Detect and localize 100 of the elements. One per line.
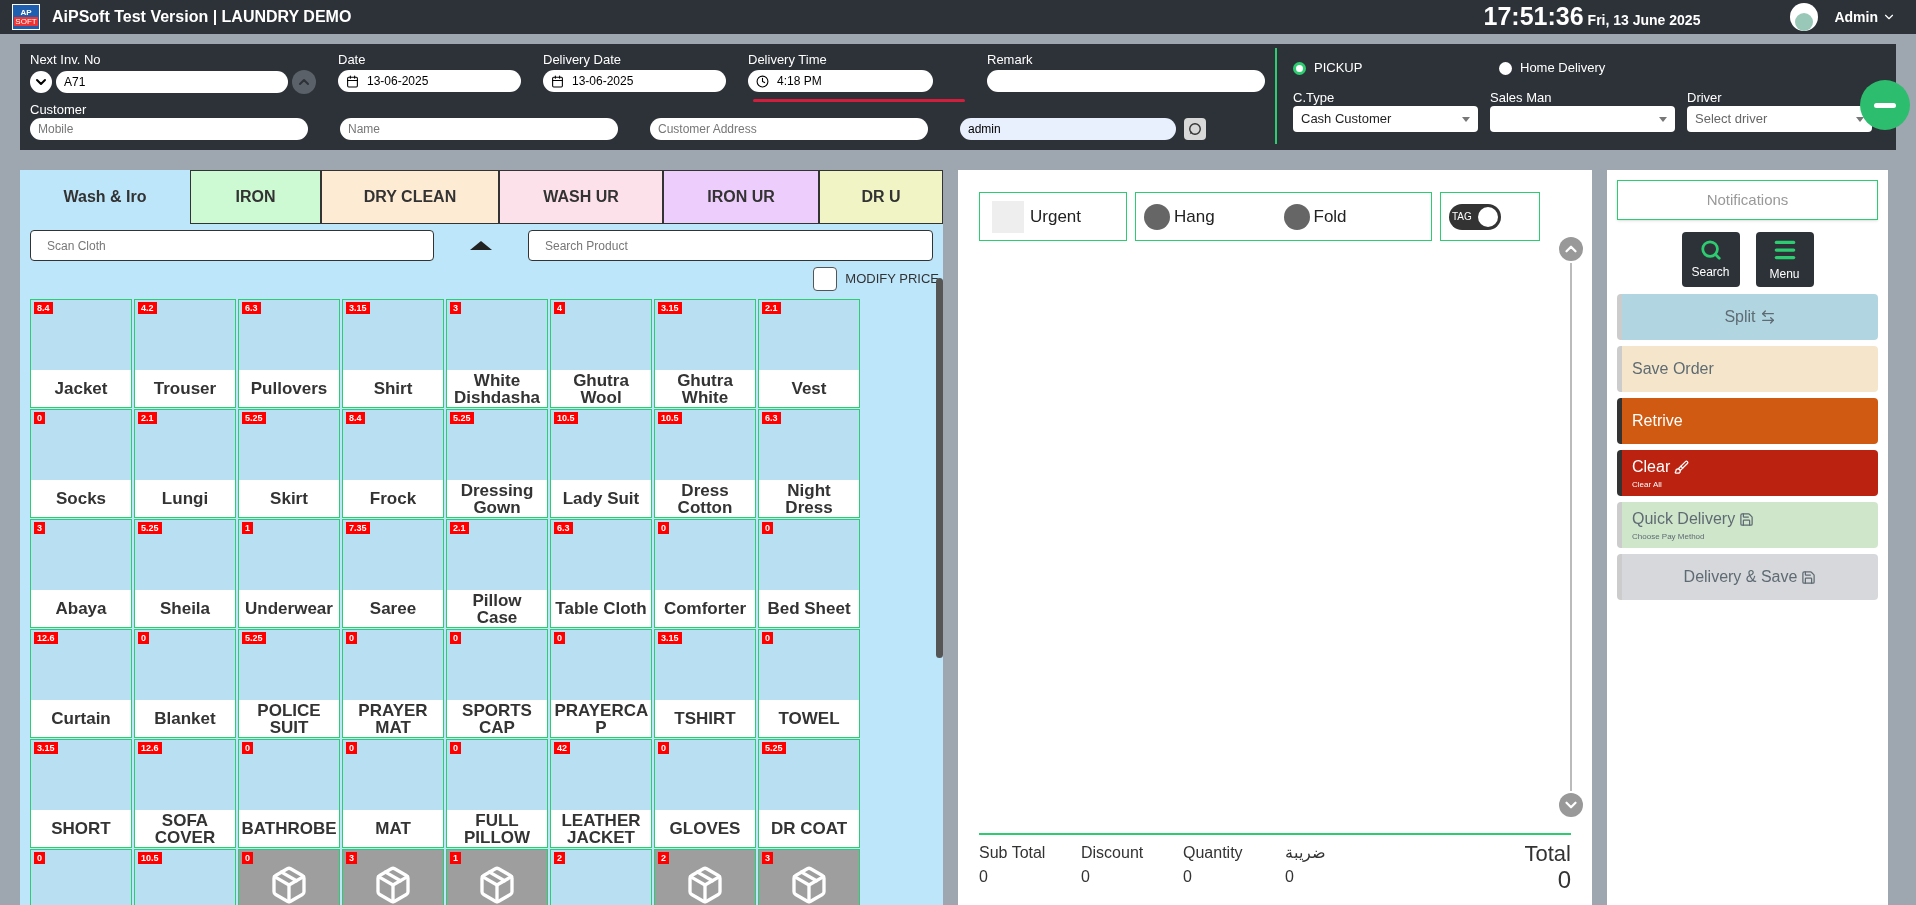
scrollbar-thumb[interactable] [936,278,943,658]
input-field[interactable]: Customer Address [650,118,928,140]
tag-switch[interactable]: TAG [1449,203,1501,230]
total-label: ضريبة [1285,843,1327,864]
product-tile[interactable]: 8.4 Jacket [30,299,132,408]
product-tile[interactable]: 8.4 Frock [342,409,444,518]
search-field[interactable]: Search Product [528,230,933,261]
product-tile[interactable]: 2.1 Pillow Case [446,519,548,628]
product-tile[interactable]: 2.1 Lungi [134,409,236,518]
product-tile[interactable]: 0 [30,849,132,905]
product-name: Shirt [372,380,414,397]
product-tile[interactable]: 42 LEATHER JACKET [550,739,652,848]
radio-option[interactable]: Fold [1283,203,1423,230]
user-field[interactable]: admin [960,118,1176,140]
product-tile[interactable]: 0 GLOVES [654,739,756,848]
price-tag: 0 [34,852,45,864]
scroll-up-icon[interactable] [1559,237,1583,261]
product-tile[interactable]: 0 SPORTS CAP [446,629,548,738]
product-name: DR COAT [769,820,849,837]
select-field[interactable] [1490,106,1675,132]
product-tile[interactable]: 3 Abaya [30,519,132,628]
date-field[interactable]: 13-06-2025 [543,70,726,92]
product-tile[interactable]: 0 Blanket [134,629,236,738]
service-tab[interactable]: IRON [190,170,321,224]
product-tile[interactable]: 12.6 Curtain [30,629,132,738]
user-menu[interactable]: Admin [1834,6,1896,28]
menu-button[interactable]: Menu [1755,232,1814,287]
product-tile[interactable]: 10.5 Lady Suit [550,409,652,518]
product-tile[interactable]: 2 [654,849,756,905]
product-tile[interactable]: 3.15 TSHIRT [654,629,756,738]
product-tile[interactable]: 7.35 Saree [342,519,444,628]
radio-option[interactable]: Home Delivery [1499,58,1705,78]
date-field[interactable]: 13-06-2025 [338,70,521,92]
product-tile[interactable]: 1 [446,849,548,905]
product-tile[interactable]: 5.25 POLICE SUIT [238,629,340,738]
product-tile[interactable]: 3 [342,849,444,905]
collapse-button[interactable] [1860,80,1910,130]
time-field[interactable]: 4:18 PM [748,70,933,92]
product-tile[interactable]: 10.5 Dress Cotton [654,409,756,518]
price-tag: 4 [554,302,565,314]
select-field[interactable]: Select driver [1687,106,1872,132]
radio-option[interactable]: PICKUP [1293,58,1499,78]
product-tile[interactable]: 2.1 Vest [758,299,860,408]
scroll-down-icon[interactable] [1559,793,1583,817]
product-tile[interactable]: 6.3 Pullovers [238,299,340,408]
product-tile[interactable]: 5.25 DR COAT [758,739,860,848]
price-tag: 3.15 [658,302,682,314]
product-tile[interactable]: 3 White Dishdasha [446,299,548,408]
product-tile[interactable]: 0 Bed Sheet [758,519,860,628]
product-tile[interactable]: 4.2 Trouser [134,299,236,408]
collapse-caret-icon[interactable] [470,241,492,250]
radio-option[interactable]: Hang [1144,203,1284,230]
product-tile[interactable]: 3.15 Ghutra White [654,299,756,408]
product-tile[interactable]: 5.25 Dressing Gown [446,409,548,518]
product-tile[interactable]: 0 PRAYERCA P [550,629,652,738]
price-tag: 5.25 [450,412,474,424]
product-tile[interactable]: 0 Comforter [654,519,756,628]
increment-icon[interactable] [292,70,316,94]
urgent-toggle[interactable]: Urgent [979,192,1127,241]
service-tab[interactable]: WASH UR [499,170,663,224]
action-button[interactable]: Retrive [1617,398,1878,444]
service-tab[interactable]: IRON UR [663,170,819,224]
product-tile[interactable]: 0 FULL PILLOW [446,739,548,848]
price-tag: 12.6 [34,632,58,644]
product-tile[interactable]: 2 [550,849,652,905]
price-tag: 4.2 [138,302,157,314]
product-tile[interactable]: 5.25 Sheila [134,519,236,628]
service-tab[interactable]: DR U [819,170,943,224]
product-tile[interactable]: 3 [758,849,860,905]
input-field[interactable]: Name [340,118,618,140]
product-tile[interactable]: 3.15 Shirt [342,299,444,408]
action-button[interactable]: Clear Clear All [1617,450,1878,496]
service-tab[interactable]: DRY CLEAN [321,170,499,224]
product-tile[interactable]: 6.3 Table Cloth [550,519,652,628]
product-name: Socks [54,490,108,507]
input-field[interactable] [987,70,1265,92]
product-tile[interactable]: 10.5 [134,849,236,905]
modify-price-checkbox[interactable]: MODIFY PRICE [813,267,939,291]
product-tile[interactable]: 0 TOWEL [758,629,860,738]
calendar-icon [551,74,564,88]
product-tile[interactable]: 0 MAT [342,739,444,848]
product-tile[interactable]: 1 Underwear [238,519,340,628]
product-tile[interactable]: 12.6 SOFA COVER [134,739,236,848]
price-tag: 2 [554,852,565,864]
dropdown-icon[interactable] [30,71,52,93]
product-tile[interactable]: 3.15 SHORT [30,739,132,848]
price-tag: 6.3 [242,302,261,314]
input-field[interactable]: Mobile [30,118,308,140]
product-tile[interactable]: 6.3 Night Dress [758,409,860,518]
scan-field[interactable]: Scan Cloth [30,230,434,261]
search-button[interactable]: Search [1681,232,1740,287]
product-tile[interactable]: 0 BATHROBE [238,739,340,848]
product-tile[interactable]: 0 [238,849,340,905]
product-tile[interactable]: 4 Ghutra Wool [550,299,652,408]
product-tile[interactable]: 0 PRAYER MAT [342,629,444,738]
product-tile[interactable]: 5.25 Skirt [238,409,340,518]
input-field[interactable]: A71 [56,71,288,93]
product-tile[interactable]: 0 Socks [30,409,132,518]
grand-total-value: 0 [1557,867,1571,893]
select-field[interactable]: Cash Customer [1293,106,1478,132]
